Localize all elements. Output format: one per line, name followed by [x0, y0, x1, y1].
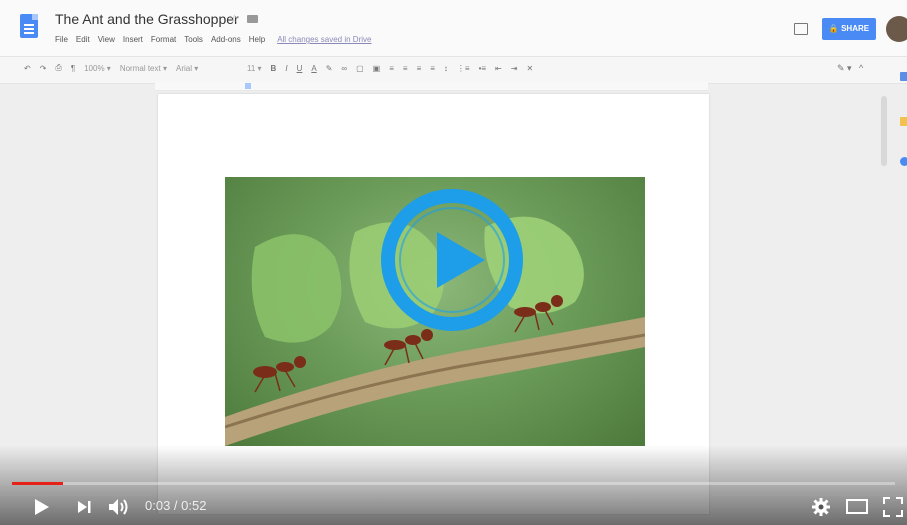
docs-toolbar: ↶ ↷ ⎙ ¶ 100% ▾ Normal text ▾ Arial ▾ 11 … — [0, 56, 907, 84]
progress-played — [12, 482, 64, 485]
comment-icon[interactable] — [794, 23, 808, 35]
redo-icon[interactable]: ↷ — [40, 64, 47, 73]
scrollbar[interactable] — [881, 96, 887, 166]
numbered-list-icon[interactable]: ⋮≡ — [457, 64, 470, 73]
volume-icon[interactable] — [108, 498, 130, 516]
italic-icon[interactable]: I — [285, 64, 287, 73]
play-icon — [437, 232, 485, 288]
zoom-value: 100% — [84, 63, 105, 73]
menu-file[interactable]: File — [55, 35, 68, 44]
underline-icon[interactable]: U — [297, 64, 303, 73]
bulleted-list-icon[interactable]: •≡ — [479, 64, 486, 73]
align-left-icon[interactable]: ≡ — [389, 64, 394, 73]
ruler-indent-marker[interactable] — [245, 83, 251, 89]
editing-mode[interactable]: ✎ ▾ ^ — [837, 63, 863, 74]
video-player[interactable]: The Ant and the Grasshopper ☆ File Edit … — [0, 0, 907, 525]
share-button[interactable]: 🔒 SHARE — [822, 18, 876, 40]
style-select[interactable]: Normal text ▾ — [120, 64, 167, 73]
fullscreen-icon[interactable] — [883, 497, 903, 517]
bold-icon[interactable]: B — [271, 64, 277, 73]
zoom-select[interactable]: 100% ▾ — [84, 64, 111, 73]
justify-icon[interactable]: ≡ — [430, 64, 435, 73]
folder-icon[interactable] — [247, 15, 258, 23]
font-value: Arial — [175, 63, 192, 73]
docs-header: The Ant and the Grasshopper ☆ File Edit … — [0, 0, 907, 56]
align-center-icon[interactable]: ≡ — [403, 64, 408, 73]
ruler — [155, 82, 708, 91]
link-icon[interactable]: ∞ — [341, 64, 347, 73]
avatar[interactable] — [886, 16, 907, 42]
next-icon[interactable] — [77, 500, 91, 514]
align-right-icon[interactable]: ≡ — [417, 64, 422, 73]
image-icon[interactable]: ▣ — [373, 64, 381, 73]
menu-bar: File Edit View Insert Format Tools Add-o… — [55, 35, 371, 44]
font-select[interactable]: Arial ▾ — [176, 64, 238, 73]
menu-tools[interactable]: Tools — [184, 35, 203, 44]
star-icon[interactable]: ☆ — [229, 12, 240, 26]
menu-view[interactable]: View — [98, 35, 115, 44]
text-color-icon[interactable]: A — [311, 64, 316, 73]
undo-icon[interactable]: ↶ — [24, 64, 31, 73]
highlight-icon[interactable]: ✎ — [326, 64, 333, 73]
theater-icon[interactable] — [846, 498, 868, 516]
progress-bar[interactable] — [12, 482, 895, 485]
saved-status[interactable]: All changes saved in Drive — [277, 35, 371, 44]
time-display: 0:03 / 0:52 — [145, 498, 207, 513]
docs-icon — [20, 14, 38, 38]
indent-decrease-icon[interactable]: ⇤ — [495, 64, 502, 73]
doc-title[interactable]: The Ant and the Grasshopper — [55, 11, 239, 27]
menu-edit[interactable]: Edit — [76, 35, 90, 44]
print-icon[interactable]: ⎙ — [55, 63, 61, 73]
play-button-large[interactable] — [377, 185, 527, 335]
size-select[interactable]: 11 ▾ — [247, 64, 262, 73]
play-icon[interactable] — [34, 498, 50, 516]
tasks-icon[interactable] — [900, 157, 907, 166]
keep-icon[interactable] — [900, 117, 907, 126]
menu-insert[interactable]: Insert — [123, 35, 143, 44]
paint-format-icon[interactable]: ¶ — [71, 64, 75, 73]
current-time: 0:03 — [145, 498, 171, 513]
settings-icon[interactable] — [812, 498, 830, 516]
indent-increase-icon[interactable]: ⇥ — [511, 64, 518, 73]
menu-help[interactable]: Help — [249, 35, 265, 44]
line-spacing-icon[interactable]: ↕ — [444, 64, 448, 73]
menu-format[interactable]: Format — [151, 35, 176, 44]
size-value: 11 — [246, 63, 256, 73]
player-controls: 0:03 / 0:52 — [0, 490, 907, 525]
share-label: SHARE — [841, 24, 870, 33]
menu-addons[interactable]: Add-ons — [211, 35, 241, 44]
style-value: Normal text — [119, 63, 161, 73]
explore-icon[interactable] — [900, 72, 907, 81]
comment-add-icon[interactable]: ▢ — [356, 64, 364, 73]
clear-format-icon[interactable]: ✕ — [526, 64, 533, 73]
duration: 0:52 — [181, 498, 207, 513]
